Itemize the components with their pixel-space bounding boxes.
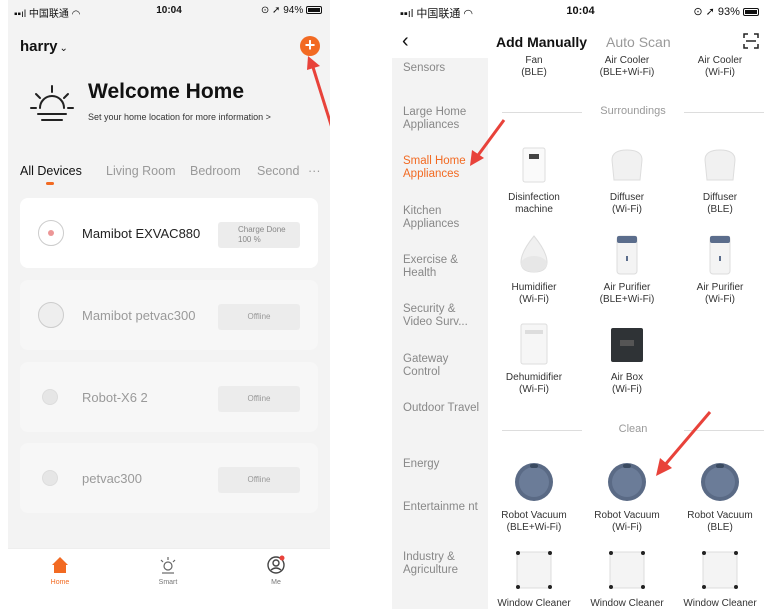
status-bar: ▪▪ıl 中国联通 ◠ 10:04 ⊙ ➚ 93% <box>392 0 769 22</box>
chevron-down-icon: ⌄ <box>59 43 68 54</box>
device-type-item[interactable]: Window Cleaner <box>581 598 673 609</box>
device-card[interactable]: petvac300 Offline <box>20 443 318 513</box>
battery-status: ⊙ ➚ 93% <box>693 5 759 18</box>
device-card[interactable]: Robot-X6 2 Offline <box>20 362 318 432</box>
category-small-home-appliances[interactable]: Small Home Appliances <box>403 155 487 181</box>
window-cleaner-icon <box>702 551 738 589</box>
robot-vacuum-icon <box>38 302 64 328</box>
robot-vacuum-icon <box>608 463 646 501</box>
robot-vacuum-icon <box>42 389 58 405</box>
air-purifier-icon <box>709 235 731 275</box>
diffuser-icon <box>611 149 643 181</box>
device-card[interactable]: Mamibot EXVAC880 Charge Done 100 % <box>20 198 318 268</box>
device-type-item[interactable]: Window Cleaner <box>674 598 766 609</box>
section-surroundings: Surroundings <box>502 105 764 119</box>
device-type-item[interactable]: Diffuser (Wi-Fi) <box>581 192 673 216</box>
tab-home[interactable]: Home <box>30 555 90 586</box>
welcome-title: Welcome Home <box>88 80 244 103</box>
tab-active-indicator <box>46 182 54 185</box>
welcome-banner[interactable]: Welcome Home Set your home location for … <box>30 78 330 138</box>
device-type-item[interactable]: Air Box (Wi-Fi) <box>581 372 673 396</box>
section-clean: Clean <box>502 423 764 437</box>
category-security-video[interactable]: Security & Video Surv... <box>403 303 487 329</box>
device-type-item[interactable]: Robot Vacuum (Wi-Fi) <box>581 510 673 534</box>
device-name: petvac300 <box>82 471 142 486</box>
device-type-item[interactable]: Humidifier (Wi-Fi) <box>488 282 580 306</box>
screenshot-stage: ▪▪ıl 中国联通 ◠ 10:04 ⊙ ➚ 94% harry ⌄ + Welc… <box>0 0 769 609</box>
category-kitchen-appliances[interactable]: Kitchen Appliances <box>403 205 487 231</box>
device-name: Robot-X6 2 <box>82 390 148 405</box>
device-type-grid: Fan (BLE) Air Cooler (BLE+Wi-Fi) Air Coole… <box>488 55 769 609</box>
tab-smart[interactable]: Smart <box>138 555 198 586</box>
battery-icon <box>743 8 759 17</box>
tab-bedroom[interactable]: Bedroom <box>190 164 241 178</box>
robot-vacuum-icon <box>515 463 553 501</box>
category-energy[interactable]: Energy <box>403 458 487 471</box>
bottom-tab-bar: Home Smart Me <box>8 548 330 600</box>
robot-vacuum-icon <box>701 463 739 501</box>
device-type-item[interactable]: Air Purifier (BLE+Wi-Fi) <box>581 282 673 306</box>
category-entertainment[interactable]: Entertainme nt <box>403 501 487 514</box>
home-screen: ▪▪ıl 中国联通 ◠ 10:04 ⊙ ➚ 94% harry ⌄ + Welc… <box>8 0 330 600</box>
category-sidebar: Sensors Large Home Appliances Small Home… <box>392 58 488 609</box>
device-card[interactable]: Mamibot petvac300 Offline <box>20 280 318 350</box>
robot-vacuum-icon <box>38 220 64 246</box>
tab-living-room[interactable]: Living Room <box>106 164 175 178</box>
chevron-right-icon: > <box>265 112 271 122</box>
window-cleaner-icon <box>516 551 552 589</box>
category-large-home-appliances[interactable]: Large Home Appliances <box>403 106 487 132</box>
nav-bar: ‹ Add Manually Auto Scan <box>392 30 769 58</box>
device-type-item[interactable]: Diffuser (BLE) <box>674 192 766 216</box>
category-outdoor-travel[interactable]: Outdoor Travel <box>403 402 487 415</box>
category-exercise-health[interactable]: Exercise & Health <box>403 254 487 280</box>
device-name: Mamibot petvac300 <box>82 308 196 323</box>
device-type-item[interactable]: Robot Vacuum (BLE+Wi-Fi) <box>488 510 580 534</box>
battery-icon <box>306 6 322 15</box>
tab-auto-scan[interactable]: Auto Scan <box>606 34 671 50</box>
category-sensors[interactable]: Sensors <box>403 62 487 75</box>
device-name: Mamibot EXVAC880 <box>82 226 201 241</box>
device-type-item[interactable]: Air Purifier (Wi-Fi) <box>674 282 766 306</box>
dehumidifier-icon <box>520 323 548 365</box>
sun-icon <box>30 85 74 121</box>
scan-icon[interactable] <box>743 33 759 49</box>
status-bar: ▪▪ıl 中国联通 ◠ 10:04 ⊙ ➚ 94% <box>8 0 330 20</box>
device-type-item[interactable]: Fan (BLE) <box>488 55 580 79</box>
battery-status: ⊙ ➚ 94% <box>261 5 322 16</box>
sun-icon <box>160 557 176 574</box>
device-type-item[interactable]: Air Cooler (BLE+Wi-Fi) <box>581 55 673 79</box>
device-status: Offline <box>218 467 300 493</box>
add-device-button[interactable]: + <box>300 36 320 56</box>
profile-icon <box>267 555 285 574</box>
device-type-item[interactable]: Window Cleaner <box>488 598 580 609</box>
welcome-subtitle: Set your home location for more informat… <box>88 112 271 122</box>
tab-me[interactable]: Me <box>246 555 306 586</box>
device-type-item[interactable]: Robot Vacuum (BLE) <box>674 510 766 534</box>
humidifier-icon <box>520 235 548 273</box>
device-type-item[interactable]: Disinfection machine <box>488 192 580 216</box>
device-status: Offline <box>218 386 300 412</box>
disinfection-machine-icon <box>522 147 546 183</box>
tab-all-devices[interactable]: All Devices <box>20 164 82 178</box>
home-switcher[interactable]: harry ⌄ <box>20 38 68 55</box>
back-icon[interactable]: ‹ <box>402 31 409 51</box>
device-status: Offline <box>218 304 300 330</box>
home-icon <box>52 557 68 573</box>
device-type-item[interactable]: Dehumidifier (Wi-Fi) <box>488 372 580 396</box>
more-rooms-icon[interactable]: ··· <box>308 164 321 178</box>
robot-vacuum-icon <box>42 470 58 486</box>
category-gateway-control[interactable]: Gateway Control <box>403 353 487 379</box>
add-device-screen: ▪▪ıl 中国联通 ◠ 10:04 ⊙ ➚ 93% ‹ Add Manually… <box>392 0 769 609</box>
category-industry-agriculture[interactable]: Industry & Agriculture <box>403 551 487 577</box>
device-type-item[interactable]: Air Cooler (Wi-Fi) <box>674 55 766 79</box>
tab-second[interactable]: Second <box>257 164 299 178</box>
room-tabs: All Devices Living Room Bedroom Second ·… <box>20 162 321 188</box>
air-purifier-icon <box>616 235 638 275</box>
device-status: Charge Done 100 % <box>218 222 300 248</box>
diffuser-icon <box>704 149 736 181</box>
tab-add-manually[interactable]: Add Manually <box>496 34 587 50</box>
window-cleaner-icon <box>609 551 645 589</box>
air-box-icon <box>611 328 643 362</box>
